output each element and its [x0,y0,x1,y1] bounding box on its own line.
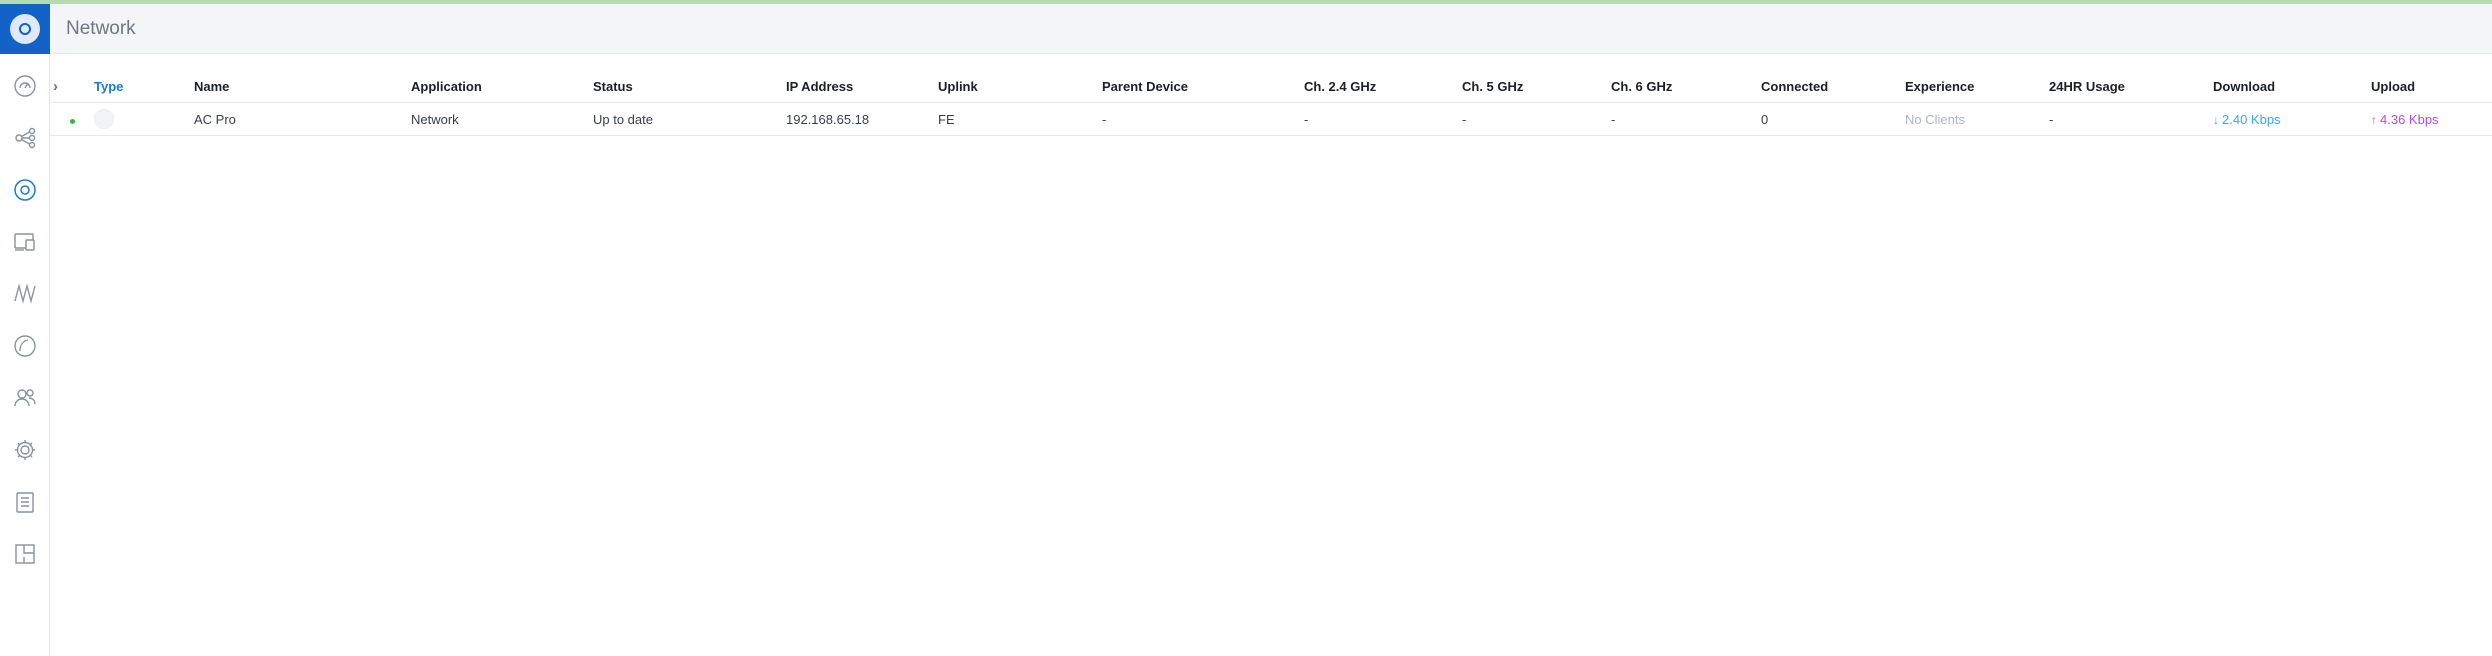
column-header-ch24[interactable]: Ch. 2.4 GHz [1304,70,1462,103]
device-ch5: - [1462,102,1611,136]
column-header-name[interactable]: Name [194,70,411,103]
device-uplink: FE [938,102,1102,136]
online-status-cell [50,102,94,136]
online-status-dot-icon [70,118,75,124]
device-ch24: - [1304,102,1462,136]
device-24hr-usage: - [2049,102,2213,136]
device-parent: - [1102,102,1304,136]
table-row[interactable]: AC Pro Network Up to date 192.168.65.18 … [50,102,2492,136]
topology-icon [15,127,36,149]
floorplan-icon [15,544,35,564]
sidebar-item-events[interactable] [0,482,50,522]
brand-logo[interactable] [0,4,50,54]
column-header-status[interactable]: Status [593,70,786,103]
column-header-ch6[interactable]: Ch. 6 GHz [1611,70,1761,103]
arrow-up-icon: ↑ [2371,112,2377,127]
dashboard-icon [14,75,36,97]
arrow-down-icon: ↓ [2213,112,2219,127]
device-type-cell [94,102,194,136]
events-icon [16,492,34,513]
sidebar-item-users[interactable] [0,378,50,418]
access-point-icon [94,109,114,129]
column-header-download[interactable]: Download [2213,70,2371,103]
sidebar-item-statistics[interactable] [0,274,50,314]
device-name[interactable]: AC Pro [194,102,411,136]
clients-icon [14,233,35,251]
devices-table: › Type Name Application Status IP Addres… [50,70,2492,136]
device-download: ↓ 2.40 Kbps [2213,102,2371,136]
insights-icon [14,335,36,357]
page-header: Network [50,4,2492,54]
page-title: Network [66,17,136,39]
device-status: Up to date [593,102,786,136]
device-connected: 0 [1761,102,1905,136]
column-header-upload[interactable]: Upload [2371,70,2492,103]
download-rate: 2.40 Kbps [2222,111,2281,127]
expand-all-toggle[interactable]: › [50,70,94,103]
sidebar-item-insights[interactable] [0,326,50,366]
column-header-connected[interactable]: Connected [1761,70,1905,103]
device-upload: ↑ 4.36 Kbps [2371,102,2492,136]
device-application: Network [411,102,593,136]
column-header-type[interactable]: Type [94,70,194,103]
sidebar-item-clients[interactable] [0,222,50,262]
table-header-row: › Type Name Application Status IP Addres… [50,70,2492,103]
users-icon [14,389,36,407]
sidebar-item-topology[interactable] [0,118,50,158]
chevron-right-icon[interactable]: › [53,78,58,95]
settings-icon [15,440,35,460]
statistics-icon [14,283,36,304]
column-header-application[interactable]: Application [411,70,593,103]
upload-rate: 4.36 Kbps [2380,111,2439,127]
logo-icon [10,14,40,44]
column-header-parent-device[interactable]: Parent Device [1102,70,1304,103]
column-header-uplink[interactable]: Uplink [938,70,1102,103]
column-header-ip-address[interactable]: IP Address [786,70,938,103]
devices-content: › Type Name Application Status IP Addres… [50,54,2492,656]
device-ch6: - [1611,102,1761,136]
column-header-experience[interactable]: Experience [1905,70,2049,103]
column-header-24hr-usage[interactable]: 24HR Usage [2049,70,2213,103]
sidebar-item-floorplan[interactable] [0,534,50,574]
sidebar-item-dashboard[interactable] [0,66,50,106]
device-ip-address: 192.168.65.18 [786,102,938,136]
sidebar [0,4,50,656]
column-header-ch5[interactable]: Ch. 5 GHz [1462,70,1611,103]
devices-icon [14,179,36,201]
device-experience: No Clients [1905,102,2049,136]
sidebar-item-devices[interactable] [0,170,50,210]
sidebar-item-settings[interactable] [0,430,50,470]
